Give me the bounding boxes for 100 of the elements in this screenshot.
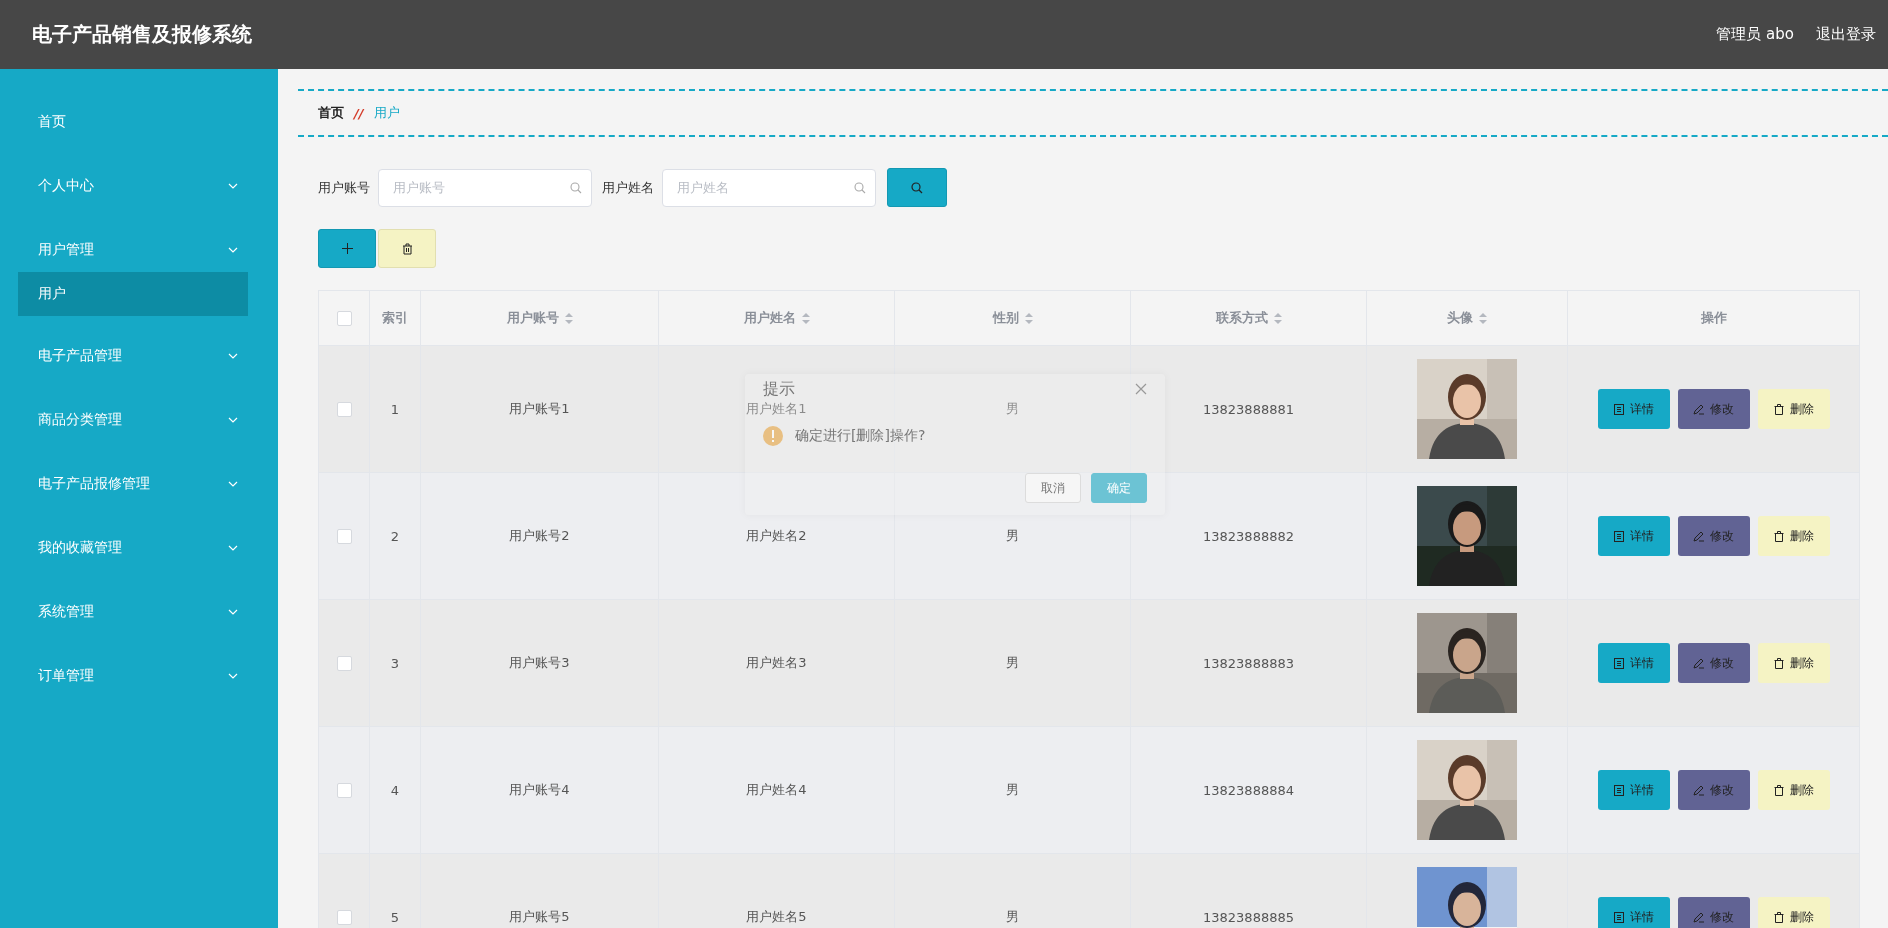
search-icon bbox=[911, 181, 923, 194]
table-cell: 1 bbox=[369, 345, 421, 473]
column-header: 操作 bbox=[1567, 290, 1860, 346]
table-cell: 13823888885 bbox=[1130, 853, 1367, 928]
column-header[interactable]: 联系方式 bbox=[1130, 290, 1367, 346]
trash-icon bbox=[1773, 403, 1784, 415]
menu-item[interactable]: 商品分类管理 bbox=[0, 388, 278, 452]
column-header: 索引 bbox=[369, 290, 421, 346]
table-cell: 男 bbox=[894, 726, 1131, 854]
chevron-down-icon bbox=[228, 673, 238, 679]
plus-icon bbox=[341, 243, 353, 254]
logout-link[interactable]: 退出登录 bbox=[1816, 25, 1876, 44]
table-cell: 2 bbox=[369, 472, 421, 600]
document-icon bbox=[1613, 784, 1624, 796]
sort-icon bbox=[1273, 312, 1282, 324]
warning-icon bbox=[763, 425, 783, 446]
sort-icon bbox=[1479, 312, 1487, 324]
detail-button[interactable]: 详情 bbox=[1597, 389, 1670, 429]
table-cell: 用户账号5 bbox=[420, 853, 659, 928]
delete-button[interactable]: 删除 bbox=[1757, 897, 1830, 928]
breadcrumb-link[interactable]: 首页 bbox=[318, 104, 344, 122]
trash-icon bbox=[401, 242, 413, 255]
detail-button[interactable]: 详情 bbox=[1597, 643, 1670, 683]
table-cell: 用户姓名2 bbox=[658, 472, 895, 600]
document-icon bbox=[1613, 530, 1624, 542]
table-cell: 5 bbox=[369, 853, 421, 928]
menu-item[interactable]: 电子产品报修管理 bbox=[0, 452, 278, 516]
menu-item[interactable]: 系统管理 bbox=[0, 580, 278, 644]
table-cell: 用户账号2 bbox=[420, 472, 659, 600]
chevron-down-icon bbox=[228, 247, 238, 253]
table-cell: 男 bbox=[894, 853, 1131, 928]
edit-button[interactable]: 修改 bbox=[1677, 770, 1750, 810]
search-icon bbox=[854, 181, 866, 194]
delete-button[interactable]: 删除 bbox=[1757, 643, 1830, 683]
chevron-down-icon bbox=[228, 545, 238, 551]
dialog-message: 确定进行[删除]操作? bbox=[795, 426, 926, 445]
cancel-button[interactable]: 取消 bbox=[1025, 473, 1081, 503]
confirm-button[interactable]: 确定 bbox=[1091, 473, 1147, 503]
chevron-down-icon bbox=[228, 481, 238, 487]
table-cell: 用户账号1 bbox=[420, 345, 659, 473]
close-icon[interactable] bbox=[1135, 383, 1147, 395]
table-cell: 用户姓名3 bbox=[658, 599, 895, 727]
chevron-down-icon bbox=[228, 417, 238, 423]
table-cell: 4 bbox=[369, 726, 421, 854]
detail-button[interactable]: 详情 bbox=[1597, 770, 1670, 810]
table-cell: 用户账号4 bbox=[420, 726, 659, 854]
pencil-icon bbox=[1693, 403, 1704, 415]
trash-icon bbox=[1773, 784, 1784, 796]
row-checkbox[interactable] bbox=[336, 783, 352, 798]
search-field[interactable]: 用户姓名 bbox=[662, 168, 876, 207]
table-cell: 13823888884 bbox=[1130, 726, 1367, 854]
delete-button[interactable]: 删除 bbox=[1757, 516, 1830, 556]
select-all-checkbox[interactable] bbox=[336, 311, 352, 326]
pencil-icon bbox=[1693, 784, 1704, 796]
field-label: 用户姓名 bbox=[602, 178, 654, 197]
chevron-down-icon bbox=[228, 183, 238, 189]
search-field[interactable]: 用户账号 bbox=[378, 168, 592, 207]
menu-item[interactable]: 我的收藏管理 bbox=[0, 516, 278, 580]
breadcrumb-separator: // bbox=[354, 105, 364, 121]
row-checkbox[interactable] bbox=[336, 910, 352, 925]
sort-icon bbox=[801, 312, 810, 324]
document-icon bbox=[1613, 911, 1624, 923]
search-button[interactable] bbox=[887, 168, 947, 207]
delete-button[interactable] bbox=[378, 229, 436, 268]
table-cell: 13823888883 bbox=[1130, 599, 1367, 727]
field-label: 用户账号 bbox=[318, 178, 370, 197]
app-title: 电子产品销售及报修系统 bbox=[32, 21, 252, 48]
sort-icon bbox=[564, 312, 573, 324]
menu-item[interactable]: 个人中心 bbox=[0, 154, 278, 218]
delete-button[interactable]: 删除 bbox=[1757, 389, 1830, 429]
edit-button[interactable]: 修改 bbox=[1677, 897, 1750, 928]
edit-button[interactable]: 修改 bbox=[1677, 389, 1750, 429]
menu-item[interactable]: 订单管理 bbox=[0, 644, 278, 708]
table-cell: 用户姓名5 bbox=[658, 853, 895, 928]
table-cell: 13823888881 bbox=[1130, 345, 1367, 473]
row-checkbox[interactable] bbox=[336, 529, 352, 544]
delete-button[interactable]: 删除 bbox=[1757, 770, 1830, 810]
table-cell: 13823888882 bbox=[1130, 472, 1367, 600]
chevron-down-icon bbox=[228, 353, 238, 359]
pencil-icon bbox=[1693, 530, 1704, 542]
submenu-item[interactable]: 用户 bbox=[18, 272, 248, 316]
detail-button[interactable]: 详情 bbox=[1597, 516, 1670, 556]
row-checkbox[interactable] bbox=[336, 402, 352, 417]
search-icon bbox=[570, 181, 582, 194]
menu-item[interactable]: 首页 bbox=[0, 90, 278, 154]
edit-button[interactable]: 修改 bbox=[1677, 516, 1750, 556]
column-header[interactable]: 用户账号 bbox=[420, 290, 659, 346]
column-header[interactable]: 用户姓名 bbox=[658, 290, 895, 346]
breadcrumb-current: 用户 bbox=[373, 104, 400, 122]
trash-icon bbox=[1773, 911, 1784, 923]
column-header[interactable]: 头像 bbox=[1366, 290, 1568, 346]
document-icon bbox=[1613, 403, 1624, 415]
row-checkbox[interactable] bbox=[336, 656, 352, 671]
column-header[interactable]: 性别 bbox=[894, 290, 1131, 346]
edit-button[interactable]: 修改 bbox=[1677, 643, 1750, 683]
document-icon bbox=[1613, 657, 1624, 669]
detail-button[interactable]: 详情 bbox=[1597, 897, 1670, 928]
chevron-down-icon bbox=[228, 609, 238, 615]
sort-icon bbox=[1024, 312, 1033, 324]
menu-item[interactable]: 电子产品管理 bbox=[0, 324, 278, 388]
